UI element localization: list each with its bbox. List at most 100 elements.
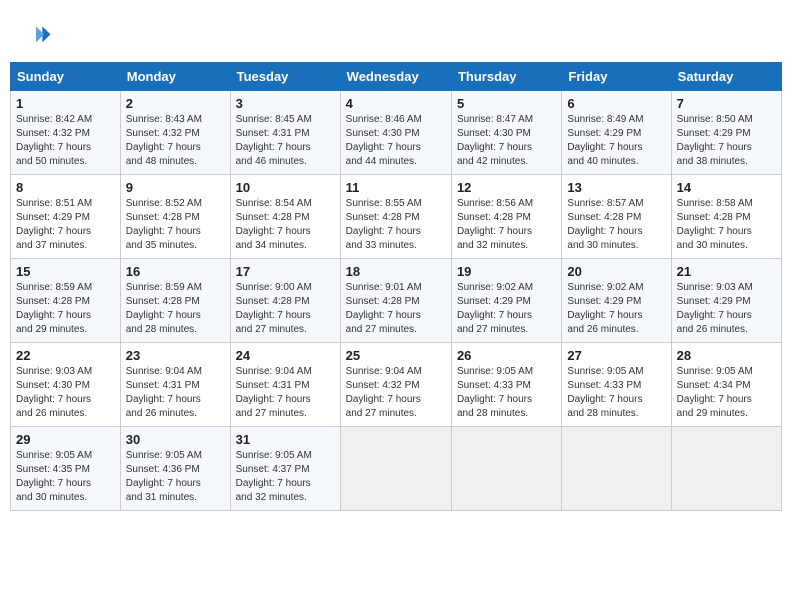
weekday-header-thursday: Thursday <box>451 63 561 91</box>
weekday-header-friday: Friday <box>562 63 671 91</box>
day-cell: 7 Sunrise: 8:50 AMSunset: 4:29 PMDayligh… <box>671 91 781 175</box>
day-info: Sunrise: 8:47 AMSunset: 4:30 PMDaylight:… <box>457 114 533 167</box>
day-number: 2 <box>126 96 225 111</box>
day-cell: 14 Sunrise: 8:58 AMSunset: 4:28 PMDaylig… <box>671 175 781 259</box>
day-info: Sunrise: 8:58 AMSunset: 4:28 PMDaylight:… <box>677 198 753 251</box>
day-cell: 26 Sunrise: 9:05 AMSunset: 4:33 PMDaylig… <box>451 343 561 427</box>
day-number: 7 <box>677 96 776 111</box>
day-cell: 8 Sunrise: 8:51 AMSunset: 4:29 PMDayligh… <box>11 175 121 259</box>
day-number: 6 <box>567 96 665 111</box>
day-cell: 6 Sunrise: 8:49 AMSunset: 4:29 PMDayligh… <box>562 91 671 175</box>
day-number: 27 <box>567 348 665 363</box>
day-info: Sunrise: 8:59 AMSunset: 4:28 PMDaylight:… <box>126 282 202 335</box>
day-number: 18 <box>346 264 446 279</box>
day-info: Sunrise: 9:01 AMSunset: 4:28 PMDaylight:… <box>346 282 422 335</box>
day-info: Sunrise: 8:55 AMSunset: 4:28 PMDaylight:… <box>346 198 422 251</box>
day-number: 16 <box>126 264 225 279</box>
day-cell: 29 Sunrise: 9:05 AMSunset: 4:35 PMDaylig… <box>11 427 121 511</box>
day-number: 10 <box>236 180 335 195</box>
day-info: Sunrise: 8:42 AMSunset: 4:32 PMDaylight:… <box>16 114 92 167</box>
day-info: Sunrise: 8:54 AMSunset: 4:28 PMDaylight:… <box>236 198 312 251</box>
weekday-header-tuesday: Tuesday <box>230 63 340 91</box>
day-cell: 21 Sunrise: 9:03 AMSunset: 4:29 PMDaylig… <box>671 259 781 343</box>
day-info: Sunrise: 8:57 AMSunset: 4:28 PMDaylight:… <box>567 198 643 251</box>
day-number: 29 <box>16 432 115 447</box>
logo-icon <box>20 20 52 52</box>
day-cell: 30 Sunrise: 9:05 AMSunset: 4:36 PMDaylig… <box>120 427 230 511</box>
day-info: Sunrise: 8:50 AMSunset: 4:29 PMDaylight:… <box>677 114 753 167</box>
week-row-4: 22 Sunrise: 9:03 AMSunset: 4:30 PMDaylig… <box>11 343 782 427</box>
week-row-3: 15 Sunrise: 8:59 AMSunset: 4:28 PMDaylig… <box>11 259 782 343</box>
day-number: 21 <box>677 264 776 279</box>
week-row-5: 29 Sunrise: 9:05 AMSunset: 4:35 PMDaylig… <box>11 427 782 511</box>
day-cell: 16 Sunrise: 8:59 AMSunset: 4:28 PMDaylig… <box>120 259 230 343</box>
day-number: 4 <box>346 96 446 111</box>
day-info: Sunrise: 9:05 AMSunset: 4:34 PMDaylight:… <box>677 366 753 419</box>
day-number: 17 <box>236 264 335 279</box>
day-number: 9 <box>126 180 225 195</box>
day-number: 12 <box>457 180 556 195</box>
day-number: 24 <box>236 348 335 363</box>
day-number: 26 <box>457 348 556 363</box>
day-cell: 24 Sunrise: 9:04 AMSunset: 4:31 PMDaylig… <box>230 343 340 427</box>
day-cell: 31 Sunrise: 9:05 AMSunset: 4:37 PMDaylig… <box>230 427 340 511</box>
day-number: 8 <box>16 180 115 195</box>
day-cell <box>340 427 451 511</box>
day-info: Sunrise: 9:05 AMSunset: 4:36 PMDaylight:… <box>126 450 202 503</box>
day-info: Sunrise: 8:43 AMSunset: 4:32 PMDaylight:… <box>126 114 202 167</box>
day-info: Sunrise: 9:03 AMSunset: 4:30 PMDaylight:… <box>16 366 92 419</box>
day-cell: 19 Sunrise: 9:02 AMSunset: 4:29 PMDaylig… <box>451 259 561 343</box>
day-info: Sunrise: 9:00 AMSunset: 4:28 PMDaylight:… <box>236 282 312 335</box>
day-cell: 12 Sunrise: 8:56 AMSunset: 4:28 PMDaylig… <box>451 175 561 259</box>
day-info: Sunrise: 9:02 AMSunset: 4:29 PMDaylight:… <box>457 282 533 335</box>
week-row-1: 1 Sunrise: 8:42 AMSunset: 4:32 PMDayligh… <box>11 91 782 175</box>
weekday-header-sunday: Sunday <box>11 63 121 91</box>
day-number: 30 <box>126 432 225 447</box>
day-cell: 5 Sunrise: 8:47 AMSunset: 4:30 PMDayligh… <box>451 91 561 175</box>
day-number: 3 <box>236 96 335 111</box>
day-number: 1 <box>16 96 115 111</box>
day-number: 25 <box>346 348 446 363</box>
day-info: Sunrise: 8:46 AMSunset: 4:30 PMDaylight:… <box>346 114 422 167</box>
day-info: Sunrise: 9:04 AMSunset: 4:31 PMDaylight:… <box>126 366 202 419</box>
day-info: Sunrise: 9:02 AMSunset: 4:29 PMDaylight:… <box>567 282 643 335</box>
day-info: Sunrise: 9:05 AMSunset: 4:33 PMDaylight:… <box>457 366 533 419</box>
day-cell: 10 Sunrise: 8:54 AMSunset: 4:28 PMDaylig… <box>230 175 340 259</box>
day-number: 5 <box>457 96 556 111</box>
day-info: Sunrise: 8:59 AMSunset: 4:28 PMDaylight:… <box>16 282 92 335</box>
day-number: 23 <box>126 348 225 363</box>
day-cell: 15 Sunrise: 8:59 AMSunset: 4:28 PMDaylig… <box>11 259 121 343</box>
week-row-2: 8 Sunrise: 8:51 AMSunset: 4:29 PMDayligh… <box>11 175 782 259</box>
day-cell: 13 Sunrise: 8:57 AMSunset: 4:28 PMDaylig… <box>562 175 671 259</box>
logo <box>20 20 56 52</box>
day-info: Sunrise: 9:04 AMSunset: 4:31 PMDaylight:… <box>236 366 312 419</box>
day-info: Sunrise: 8:49 AMSunset: 4:29 PMDaylight:… <box>567 114 643 167</box>
day-cell <box>451 427 561 511</box>
day-info: Sunrise: 8:45 AMSunset: 4:31 PMDaylight:… <box>236 114 312 167</box>
day-cell: 2 Sunrise: 8:43 AMSunset: 4:32 PMDayligh… <box>120 91 230 175</box>
weekday-header-wednesday: Wednesday <box>340 63 451 91</box>
day-info: Sunrise: 8:52 AMSunset: 4:28 PMDaylight:… <box>126 198 202 251</box>
day-number: 15 <box>16 264 115 279</box>
day-number: 14 <box>677 180 776 195</box>
day-info: Sunrise: 8:51 AMSunset: 4:29 PMDaylight:… <box>16 198 92 251</box>
weekday-header-monday: Monday <box>120 63 230 91</box>
day-cell: 17 Sunrise: 9:00 AMSunset: 4:28 PMDaylig… <box>230 259 340 343</box>
day-cell: 28 Sunrise: 9:05 AMSunset: 4:34 PMDaylig… <box>671 343 781 427</box>
day-info: Sunrise: 8:56 AMSunset: 4:28 PMDaylight:… <box>457 198 533 251</box>
page-header <box>10 10 782 57</box>
weekday-header-row: SundayMondayTuesdayWednesdayThursdayFrid… <box>11 63 782 91</box>
day-cell: 1 Sunrise: 8:42 AMSunset: 4:32 PMDayligh… <box>11 91 121 175</box>
day-cell: 9 Sunrise: 8:52 AMSunset: 4:28 PMDayligh… <box>120 175 230 259</box>
day-cell: 23 Sunrise: 9:04 AMSunset: 4:31 PMDaylig… <box>120 343 230 427</box>
day-number: 31 <box>236 432 335 447</box>
day-cell: 25 Sunrise: 9:04 AMSunset: 4:32 PMDaylig… <box>340 343 451 427</box>
day-info: Sunrise: 9:05 AMSunset: 4:35 PMDaylight:… <box>16 450 92 503</box>
day-number: 19 <box>457 264 556 279</box>
weekday-header-saturday: Saturday <box>671 63 781 91</box>
calendar-table: SundayMondayTuesdayWednesdayThursdayFrid… <box>10 62 782 511</box>
day-cell: 20 Sunrise: 9:02 AMSunset: 4:29 PMDaylig… <box>562 259 671 343</box>
day-cell: 4 Sunrise: 8:46 AMSunset: 4:30 PMDayligh… <box>340 91 451 175</box>
day-info: Sunrise: 9:04 AMSunset: 4:32 PMDaylight:… <box>346 366 422 419</box>
day-cell: 11 Sunrise: 8:55 AMSunset: 4:28 PMDaylig… <box>340 175 451 259</box>
